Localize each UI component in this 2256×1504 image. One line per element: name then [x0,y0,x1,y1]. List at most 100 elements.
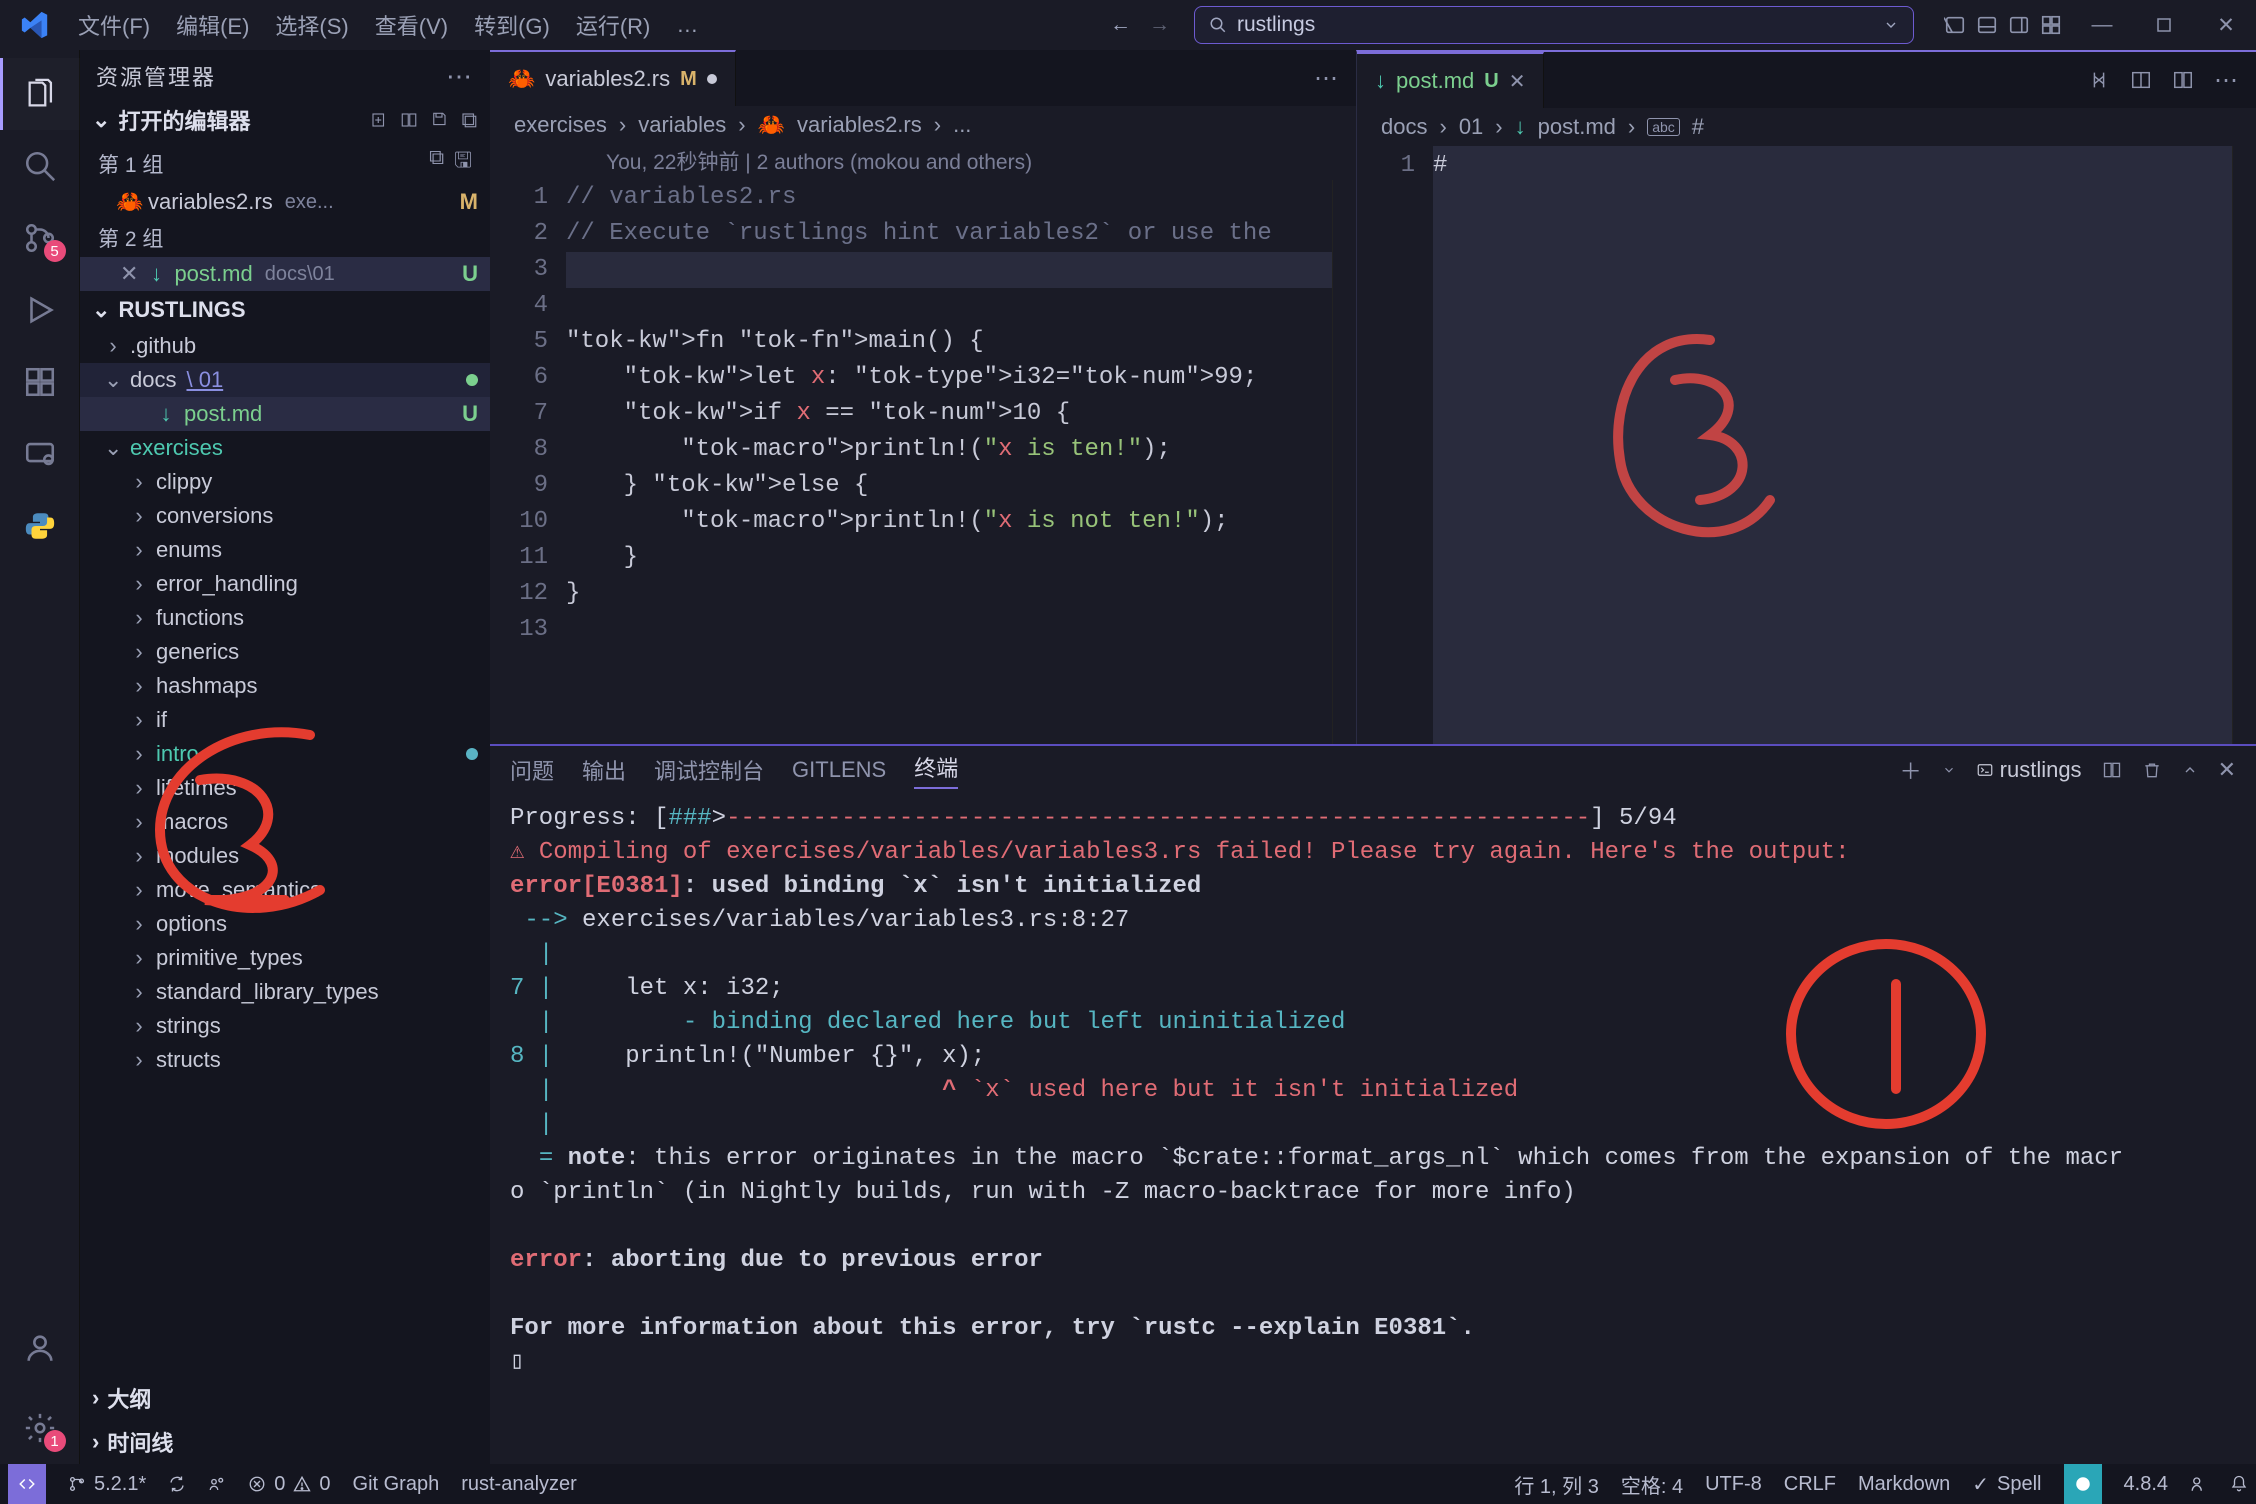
folder-conversions[interactable]: ›conversions [80,499,490,533]
split-terminal-icon[interactable] [2102,760,2122,780]
open-preview-icon[interactable] [2130,69,2152,91]
nav-back-icon[interactable]: ← [1110,13,1131,37]
chevron-down-icon[interactable] [1942,763,1956,777]
panel-tab-output[interactable]: 输出 [582,754,626,786]
new-untitled-icon[interactable] [370,111,388,129]
copy-icon[interactable]: ⧉ [429,146,444,181]
compare-changes-icon[interactable] [2088,69,2110,91]
more-icon[interactable]: ⋯ [1314,64,1338,93]
workspace-section[interactable]: ⌄ RUSTLINGS [80,291,490,329]
cursor-position[interactable]: 行 1, 列 3 [1514,1470,1598,1499]
menu-edit[interactable]: 编辑(E) [166,5,259,45]
breadcrumb-left[interactable]: exercises› variables› 🦀 variables2.rs› .… [490,106,1356,144]
split-editor-icon[interactable] [2172,69,2194,91]
save-all-icon[interactable] [430,111,448,129]
command-center-search[interactable]: rustlings [1194,6,1914,44]
layout-bottom-icon[interactable] [1976,14,1998,36]
close-icon[interactable]: ✕ [120,261,138,287]
folder-intro[interactable]: ›intro [80,737,490,771]
menu-goto[interactable]: 转到(G) [464,5,560,45]
indentation-status[interactable]: 空格: 4 [1621,1470,1683,1499]
tab-postmd[interactable]: ↓ post.md U ✕ [1357,52,1544,108]
folder-move_semantics[interactable]: ›move_semantics [80,873,490,907]
sync-icon[interactable] [168,1475,186,1493]
window-minimize[interactable]: — [2080,3,2124,47]
folder-options[interactable]: ›options [80,907,490,941]
folder-docs[interactable]: ⌄docs\ 01 [80,363,490,397]
folder-structs[interactable]: ›structs [80,1043,490,1077]
git-graph-status[interactable]: Git Graph [353,1473,440,1496]
panel-tab-debugconsole[interactable]: 调试控制台 [654,754,764,786]
layout-left-icon[interactable] [1944,14,1966,36]
file-post.md[interactable]: ↓post.mdU [80,397,490,431]
activity-extensions[interactable] [0,346,80,418]
timeline-section[interactable]: ›时间线 [80,1420,490,1464]
folder-exercises[interactable]: ⌄exercises [80,431,490,465]
live-share-icon[interactable] [208,1475,226,1493]
folder-strings[interactable]: ›strings [80,1009,490,1043]
more-icon[interactable]: ⋯ [2214,66,2238,95]
activity-debug[interactable] [0,274,80,346]
layout-right-icon[interactable] [2008,14,2030,36]
layout-customize-icon[interactable] [2040,14,2062,36]
activity-account[interactable] [0,1312,80,1384]
remote-indicator[interactable] [8,1464,46,1504]
version-status[interactable]: 4.8.4 [2124,1473,2168,1496]
language-mode[interactable]: Markdown [1858,1473,1950,1496]
folder-hashmaps[interactable]: ›hashmaps [80,669,490,703]
menu-view[interactable]: 查看(V) [365,5,458,45]
menu-more[interactable]: … [666,8,710,42]
open-editors-section[interactable]: ⌄ 打开的编辑器 [80,98,490,142]
menu-file[interactable]: 文件(F) [68,5,160,45]
panel-tab-gitlens[interactable]: GITLENS [792,757,886,783]
minimap[interactable] [1332,180,1356,744]
folder-functions[interactable]: ›functions [80,601,490,635]
git-branch[interactable]: 5.2.1* [68,1473,146,1496]
folder-lifetimes[interactable]: ›lifetimes [80,771,490,805]
window-close[interactable]: ✕ [2204,3,2248,47]
open-editor-postmd[interactable]: ✕ ↓ post.md docs\01 U [80,257,490,291]
rust-analyzer-status[interactable]: rust-analyzer [461,1473,577,1496]
tab-variables2[interactable]: 🦀 variables2.rs M [490,50,736,106]
folder-enums[interactable]: ›enums [80,533,490,567]
open-editor-variables2[interactable]: 🦀 variables2.rs exe... M [80,185,490,219]
spell-check-status[interactable]: ✓ Spell [1972,1472,2041,1497]
activity-explorer[interactable] [0,58,80,130]
eol-status[interactable]: CRLF [1784,1473,1836,1496]
feedback-icon[interactable] [2190,1475,2208,1493]
terminal-profile-icon[interactable]: rustlings [1976,757,2082,783]
window-maximize[interactable] [2142,3,2186,47]
new-terminal-icon[interactable]: ＋ [1900,754,1922,786]
folder-generics[interactable]: ›generics [80,635,490,669]
activity-scm[interactable]: 5 [0,202,80,274]
breadcrumb-right[interactable]: docs› 01› ↓ post.md› abc # [1357,108,2256,146]
outline-section[interactable]: ›大纲 [80,1376,490,1420]
toggle-layout-icon[interactable] [400,111,418,129]
chevron-up-icon[interactable] [2182,762,2198,778]
close-panel-icon[interactable]: ✕ [2218,757,2236,783]
encoding-status[interactable]: UTF-8 [1705,1473,1762,1496]
chevron-down-icon[interactable] [1883,17,1899,33]
code-editor-right[interactable]: 1 # [1357,146,2256,744]
code-editor-left[interactable]: 1 2 3 4 5 6 7 8 9 10 11 12 13 // variabl… [490,180,1356,744]
panel-tab-terminal[interactable]: 终端 [914,751,958,789]
menu-select[interactable]: 选择(S) [265,5,358,45]
kill-terminal-icon[interactable] [2142,760,2162,780]
activity-settings[interactable]: 1 [0,1392,80,1464]
panel-tab-problems[interactable]: 问题 [510,754,554,786]
more-actions-icon[interactable]: ⋯ [446,61,474,92]
folder-primitive_types[interactable]: ›primitive_types [80,941,490,975]
nav-forward-icon[interactable]: → [1149,13,1170,37]
problems-status[interactable]: 0 0 [248,1473,330,1496]
close-icon[interactable]: ✕ [1509,69,1526,94]
menu-run[interactable]: 运行(R) [566,5,661,45]
save-icon[interactable]: 🖫 [454,146,472,181]
close-all-icon[interactable] [460,111,478,129]
activity-search[interactable] [0,130,80,202]
prettier-status[interactable] [2064,1464,2102,1504]
folder-standard_library_types[interactable]: ›standard_library_types [80,975,490,1009]
folder-if[interactable]: ›if [80,703,490,737]
notifications-icon[interactable] [2230,1475,2248,1493]
folder-.github[interactable]: ›.github [80,329,490,363]
terminal[interactable]: Progress: [###>-------------------------… [490,794,2256,1464]
